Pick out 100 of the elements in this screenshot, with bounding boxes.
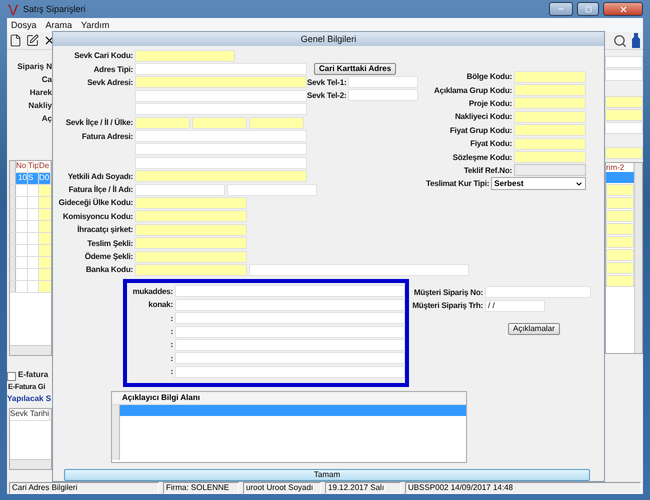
field-label: Teslimat Kur Tipi:	[426, 179, 490, 188]
input-field[interactable]	[135, 63, 307, 76]
input-field[interactable]	[135, 237, 247, 250]
input-field[interactable]	[135, 116, 190, 129]
input-field[interactable]	[175, 312, 405, 324]
edit-icon[interactable]	[26, 34, 39, 47]
input-field[interactable]	[249, 264, 469, 276]
row-selector[interactable]	[10, 245, 16, 256]
new-document-icon[interactable]	[9, 34, 22, 47]
input-field[interactable]	[605, 147, 643, 159]
row-selector[interactable]	[10, 281, 16, 292]
dropdown[interactable]: Serbest	[491, 177, 586, 190]
input-field[interactable]	[135, 103, 307, 116]
address-button[interactable]: Cari Karttaki Adres	[314, 62, 396, 75]
row-selector[interactable]	[10, 257, 16, 268]
input-field[interactable]	[514, 70, 586, 83]
field-label: Fatura İlçe / İl Adı:	[68, 185, 133, 194]
input-field[interactable]	[175, 298, 405, 311]
input-field[interactable]	[135, 224, 247, 236]
input-field[interactable]	[175, 366, 405, 378]
input-field[interactable]	[135, 156, 307, 169]
input-field[interactable]	[485, 286, 591, 298]
column-header: Açıklayıcı Bilgi Alanı	[112, 392, 466, 405]
input-field[interactable]	[605, 69, 643, 81]
row-selector[interactable]	[10, 161, 16, 172]
maximize-button[interactable]	[577, 2, 599, 16]
field-label: Aç	[40, 114, 52, 125]
row-selector[interactable]	[10, 173, 16, 184]
input-field[interactable]	[348, 76, 418, 88]
input-field[interactable]	[605, 96, 643, 108]
row-selector[interactable]	[10, 209, 16, 220]
input-field[interactable]	[135, 264, 247, 276]
status-text: 19.12.2017 Salı	[325, 482, 401, 494]
table-cell	[606, 197, 634, 209]
field-label: Bölge Kodu:	[466, 72, 512, 82]
menu-item[interactable]: Dosya	[11, 20, 37, 30]
input-field[interactable]	[605, 122, 643, 134]
row-selector[interactable]	[10, 221, 16, 232]
table-row[interactable]	[112, 416, 466, 427]
input-field[interactable]	[227, 184, 317, 196]
input-field[interactable]	[135, 90, 307, 102]
minimize-button[interactable]	[549, 2, 573, 16]
input-field[interactable]	[514, 110, 586, 123]
input-field[interactable]	[348, 89, 418, 102]
table-cell	[606, 249, 634, 261]
input-field[interactable]	[135, 130, 307, 142]
row-selector[interactable]	[10, 269, 16, 280]
row-selector[interactable]	[10, 197, 16, 208]
row-selector[interactable]	[10, 185, 16, 196]
input-field[interactable]	[135, 210, 247, 222]
table-row[interactable]	[112, 404, 466, 416]
search-icon[interactable]	[613, 34, 627, 48]
field-label: Ca	[40, 75, 52, 86]
input-field[interactable]	[192, 116, 247, 129]
input-field[interactable]	[135, 184, 225, 196]
notes-button[interactable]: Açıklamalar	[508, 323, 560, 336]
input-field[interactable]	[514, 124, 586, 136]
field-label: Müşteri Sipariş No:	[412, 288, 483, 297]
table-cell	[39, 209, 51, 220]
checkbox[interactable]	[7, 372, 16, 380]
input-field[interactable]	[175, 338, 405, 351]
menu-item[interactable]: Arama	[46, 20, 72, 30]
dialog-title: Genel Bilgileri	[53, 32, 604, 46]
scrollbar[interactable]	[10, 345, 51, 355]
input-field[interactable]	[605, 56, 643, 68]
menu-item[interactable]: Yardım	[81, 20, 110, 30]
ok-button[interactable]: Tamam	[64, 469, 590, 481]
close-icon	[618, 4, 628, 14]
field-label: :	[170, 340, 173, 350]
bottle-icon[interactable]	[631, 33, 641, 48]
input-field[interactable]	[175, 352, 405, 364]
input-field[interactable]	[514, 138, 586, 150]
input-field[interactable]	[135, 250, 247, 263]
app-logo-icon	[7, 3, 19, 15]
field-label: Sevk İlçe / İl / Ülke:	[64, 118, 133, 128]
table-cell	[606, 210, 634, 222]
input-field[interactable]	[605, 109, 643, 121]
section-title: Yapılacak S	[7, 394, 52, 405]
scrollbar[interactable]	[634, 163, 642, 353]
input-field[interactable]	[175, 285, 405, 298]
field-label: Teslim Şekli:	[86, 238, 133, 248]
table-cell	[606, 236, 634, 248]
field-label: :	[170, 354, 173, 363]
input-field[interactable]	[249, 116, 304, 129]
input-field[interactable]	[514, 97, 586, 110]
input-field[interactable]	[135, 170, 307, 182]
input-field[interactable]	[514, 84, 586, 96]
date-field[interactable]: / /	[485, 300, 545, 312]
scrollbar[interactable]	[10, 459, 51, 469]
field-label: Müşteri Sipariş Trh:	[411, 301, 483, 310]
input-field[interactable]	[135, 143, 307, 156]
input-field[interactable]	[135, 50, 235, 62]
input-field[interactable]	[514, 151, 586, 164]
input-field[interactable]	[135, 196, 247, 209]
maximize-icon	[584, 6, 592, 12]
input-field[interactable]	[175, 326, 405, 338]
close-button[interactable]	[603, 2, 643, 16]
table-cell	[39, 185, 51, 196]
row-selector[interactable]	[10, 233, 16, 244]
input-field[interactable]	[135, 76, 307, 88]
